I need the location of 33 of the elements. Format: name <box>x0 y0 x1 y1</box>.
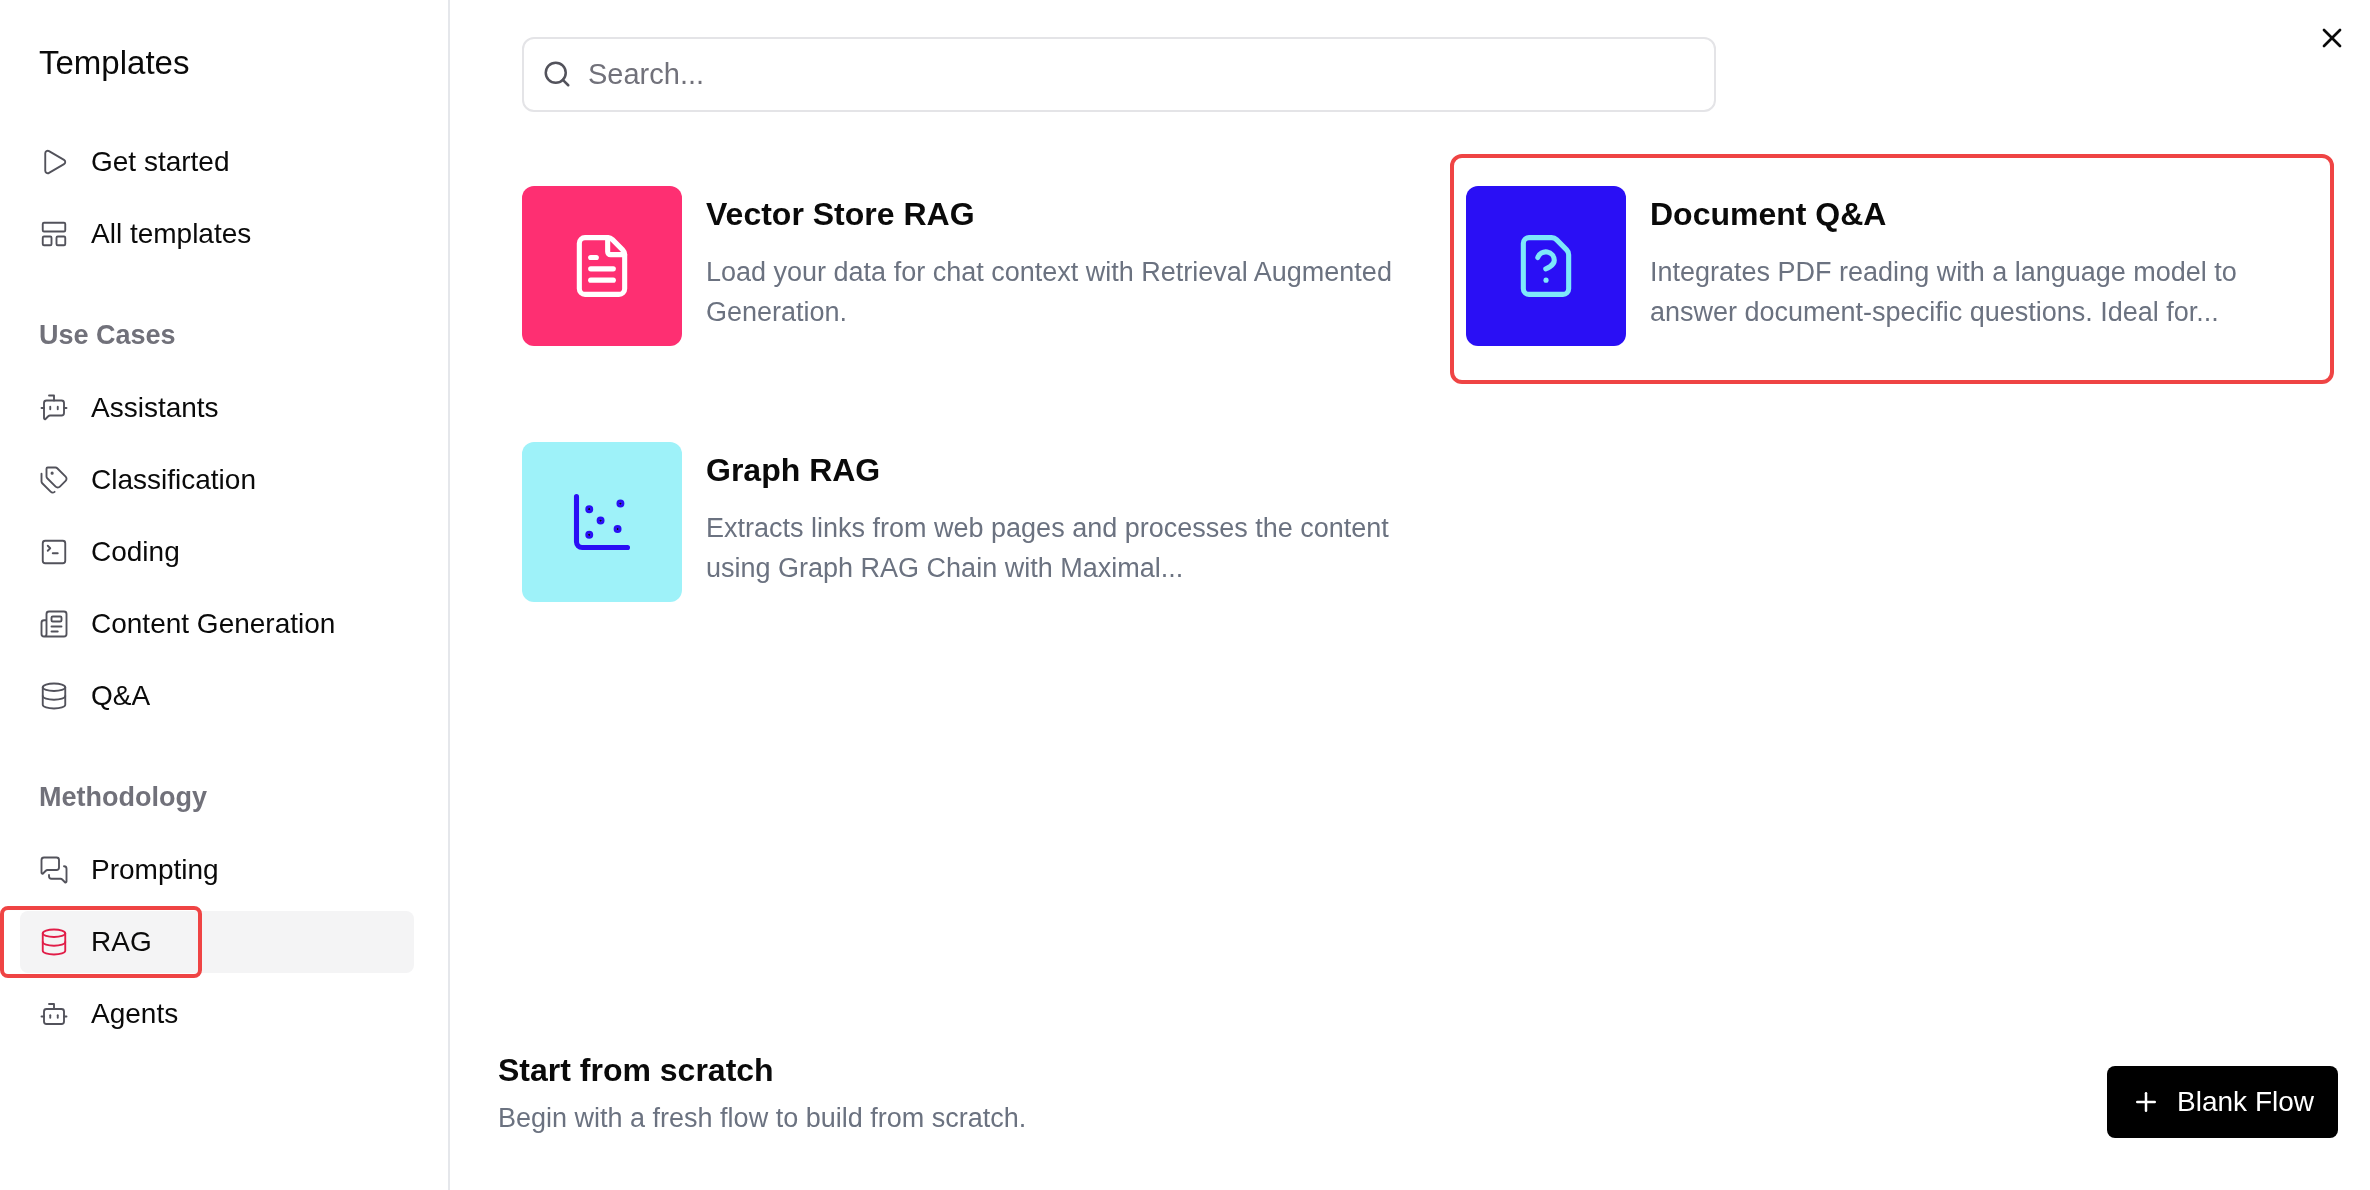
search-icon <box>542 59 572 89</box>
blank-flow-button[interactable]: Blank Flow <box>2107 1065 2338 1138</box>
robot-icon <box>39 392 69 423</box>
template-card[interactable]: Document Q&A Integrates PDF reading with a language model to answer document-specific questions. Ideal for... <box>1450 154 2334 384</box>
template-card[interactable]: Vector Store RAG Load your data for chat context with Retrieval Augmented Generation. <box>506 154 1450 384</box>
newspaper-icon <box>39 608 69 639</box>
template-title: Graph RAG <box>706 451 882 490</box>
template-description: Extracts links from web pages and processes the content using Graph RAG Chain with Maximal... <box>706 512 1390 585</box>
template-title: Document Q&A <box>1650 195 1888 234</box>
sidebar-item[interactable]: Content Generation <box>20 592 414 655</box>
sidebar-item[interactable]: Get started <box>20 130 414 193</box>
database-icon <box>39 926 69 957</box>
template-card[interactable]: Graph RAG Extracts links from web pages and processes the content using Graph RAG Chain with Maximal... <box>506 410 1450 640</box>
sidebar-item[interactable]: All templates <box>20 202 414 265</box>
tags-icon <box>39 464 69 495</box>
footer-description: Begin with a fresh flow to build from scratch. <box>498 1101 1027 1135</box>
sidebar-item[interactable]: Prompting <box>20 838 414 901</box>
template-description: Integrates PDF reading with a language model to answer document-specific questions. Ideal for... <box>1650 256 2238 329</box>
section-heading: Methodology <box>38 781 208 815</box>
sidebar-title: Templates <box>38 43 191 83</box>
sidebar-item[interactable]: Classification <box>20 448 414 511</box>
sidebar-item[interactable]: Coding <box>20 520 414 583</box>
footer-title: Start from scratch <box>498 1050 775 1090</box>
search-field[interactable]: Search... <box>522 37 1716 112</box>
database-icon <box>39 680 69 711</box>
template-description: Load your data for chat context with Retrieval Augmented Generation. <box>706 256 1393 329</box>
template-title: Vector Store RAG <box>706 195 976 234</box>
sidebar-item[interactable]: RAG <box>20 910 414 973</box>
sidebar-item[interactable]: Agents <box>20 982 414 1045</box>
chat-bubbles-icon <box>39 854 69 885</box>
sidebar-item[interactable]: Q&A <box>20 664 414 727</box>
sidebar-item[interactable]: Assistants <box>20 376 414 439</box>
section-heading: Use Cases <box>38 319 177 353</box>
